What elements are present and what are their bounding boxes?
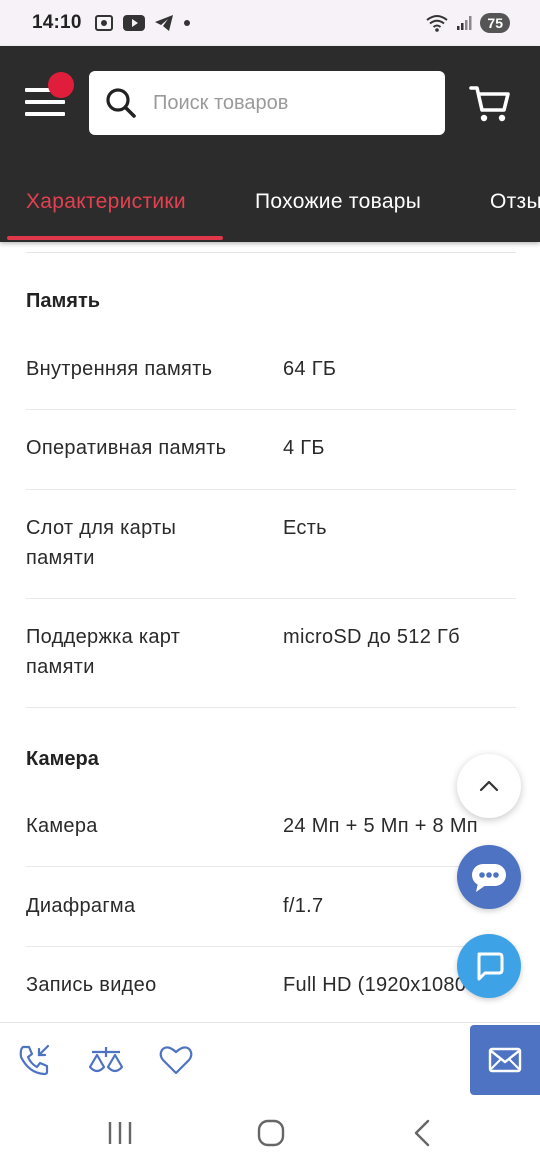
bottom-toolbar [0,1022,540,1096]
search-box[interactable] [89,71,445,135]
spec-row: Диафрагма f/1.7 [26,891,516,947]
spec-row: Слот для карты памяти Есть [26,513,516,599]
back-button[interactable] [408,1118,438,1148]
spec-label: Поддержка карт памяти [26,626,181,678]
status-bar: 14:10 75 [0,0,540,46]
battery-badge: 75 [480,13,510,33]
tab-similar-products[interactable]: Похожие товары [255,190,421,214]
cart-button[interactable] [468,82,512,126]
chatbot-button[interactable] [457,845,521,909]
spec-label: Запись видео [26,974,157,996]
heart-icon [159,1046,193,1075]
menu-notification-badge [48,72,74,98]
home-button[interactable] [256,1118,286,1148]
spec-row: Внутренняя память 64 ГБ [26,354,516,410]
tab-characteristics[interactable]: Характеристики [26,190,186,214]
chat-bubble-icon [477,952,504,981]
home-icon [257,1119,285,1147]
spec-label: Слот для карты памяти [26,517,177,569]
search-icon [106,88,136,118]
specs-content: Память Внутренняя память 64 ГБ Оперативн… [0,242,540,1022]
spec-value: microSD до 512 Гб [283,626,460,648]
feedback-mail-button[interactable] [470,1025,540,1095]
section-title-camera: Камера [26,748,99,770]
compare-button[interactable] [88,1043,124,1077]
scales-icon [88,1047,124,1073]
spec-value: Есть [283,517,327,539]
recent-apps-button[interactable] [105,1118,135,1148]
youtube-icon [122,15,145,31]
telegram-icon [154,15,173,31]
spec-row: Запись видео Full HD (1920x1080 [26,970,516,1022]
notification-dot-icon [183,20,190,26]
app-header: Характеристики Похожие товары Отзывы [0,46,540,242]
spec-label: Внутренняя память [26,358,213,380]
active-tab-indicator [7,236,223,240]
product-tabs: Характеристики Похожие товары Отзывы [0,176,540,242]
status-time: 14:10 [32,12,82,33]
chevron-up-icon [479,780,499,792]
chatbot-icon [472,864,506,892]
spec-value: 64 ГБ [283,358,337,380]
signal-icon [457,16,472,30]
tab-reviews[interactable]: Отзывы [490,190,540,214]
divider [26,252,516,253]
callback-button[interactable] [17,1043,53,1077]
phone-callback-icon [19,1044,50,1076]
spec-label: Оперативная память [26,437,227,459]
spec-row: Оперативная память 4 ГБ [26,433,516,490]
status-notification-icons [94,14,191,32]
status-system-icons: 75 [426,13,510,33]
cart-icon [469,86,510,122]
spec-value: 4 ГБ [283,437,325,459]
back-icon [414,1119,430,1147]
spec-label: Диафрагма [26,895,136,917]
scroll-to-top-button[interactable] [457,754,521,818]
system-navigation-bar [0,1096,540,1170]
chat-button[interactable] [457,934,521,998]
spec-row: Камера 24 Мп + 5 Мп + 8 Мп [26,811,516,867]
wifi-icon [426,15,449,32]
envelope-icon [488,1047,522,1073]
recent-apps-icon [108,1122,132,1144]
spec-label: Камера [26,815,98,837]
favorite-button[interactable] [158,1043,194,1077]
search-input[interactable] [153,91,423,115]
screenshot-icon [94,15,113,31]
spec-row: Поддержка карт памяти microSD до 512 Гб [26,622,516,708]
section-title-memory: Память [26,290,101,312]
product-specs-screen: 14:10 75 Ха [0,0,540,1170]
